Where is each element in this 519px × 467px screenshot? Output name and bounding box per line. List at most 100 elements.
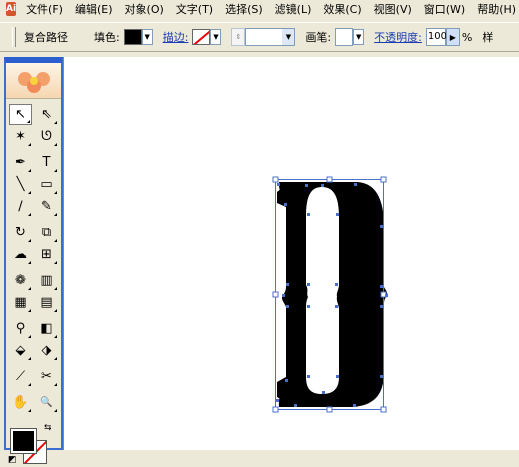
live-paint-selection-tool[interactable]: ⬗ [35,340,58,361]
direct-selection-tool[interactable]: ⇖ [35,104,58,125]
selection-icon: ↖ [15,106,26,122]
opacity-unit: % [461,30,473,44]
tool-row: ╲ ▭ [9,173,58,195]
eyedropper-icon: ⚲ [15,320,26,336]
symbol-sprayer-icon: ❁ [15,272,26,288]
rectangle-icon: ▭ [40,176,53,192]
control-bar-grip[interactable] [12,27,16,47]
menu-filter[interactable]: 滤镜(L) [269,1,318,17]
flower-logo-icon [14,70,54,93]
line-segment-icon: ╲ [16,176,25,192]
slice-tool[interactable]: ⟋ [9,366,32,387]
tool-row: ⚲ ◧ [9,317,58,339]
menu-window[interactable]: 窗口(W) [418,1,471,17]
zoom-tool[interactable]: 🔍 [35,392,58,413]
hand-icon: ✋ [12,394,29,410]
control-bar: 复合路径 填色: ▼ 描边: ▼ ⇕ ▼ 画笔: ▼ 不透明度: 100 ▶ %… [0,22,519,52]
stroke-dropdown-icon[interactable]: ▼ [210,29,222,45]
symbol-sprayer-tool[interactable]: ❁ [9,270,32,291]
menu-select[interactable]: 选择(S) [219,1,269,17]
default-colors-icon[interactable]: ◩ [8,455,17,465]
brush-swatch[interactable] [335,28,354,46]
toolbox-panel: ↖ ⇖ ✶ ᘎ ✒ T ╲ ▭ ∕ ✎ ↻ ⧉ ☁ ⊞ ❁ ▥ ▦ ▤ ⚲ ◧ ⬙ ⬗ ⟋ ✂ ✋ 🔍 ⇆ ◩ [4,57,63,465]
opacity-label-link[interactable]: 不透明度: [374,29,422,45]
letter-serif-bottom [277,377,286,402]
opacity-slider-arrow-icon[interactable]: ▶ [445,28,460,46]
brush-dropdown-icon[interactable]: ▼ [353,29,365,45]
scale-icon: ⧉ [41,224,52,240]
style-label: 样 [482,31,494,44]
stroke-weight-spinner[interactable]: ⇕ [231,28,246,46]
document-canvas[interactable] [63,57,519,450]
direct-selection-icon: ⇖ [41,106,52,122]
stroke-swatch[interactable] [192,29,211,45]
slice-icon: ⟋ [15,368,26,384]
tool-row: ❁ ▥ [9,269,58,291]
stroke-label-link[interactable]: 描边: [163,29,189,45]
stroke-weight-combo[interactable]: ▼ [245,28,296,46]
live-paint-bucket-tool[interactable]: ⬙ [9,340,32,361]
warp-tool[interactable]: ☁ [9,244,32,265]
warp-icon: ☁ [14,246,27,262]
opacity-input[interactable]: 100 [425,28,447,46]
menu-effect[interactable]: 效果(C) [317,1,367,17]
tool-row: ∕ ✎ [9,195,58,217]
type-tool[interactable]: T [35,152,58,173]
brush-label: 画笔: [305,31,332,44]
fill-dropdown-icon[interactable]: ▼ [141,29,153,45]
tool-row: ✋ 🔍 [9,391,58,413]
gradient-tool[interactable]: ▤ [35,292,58,313]
blend-icon: ◧ [40,320,53,336]
tool-row: ⬙ ⬗ [9,339,58,361]
column-graph-icon: ▥ [40,272,53,288]
paintbrush-tool[interactable]: ∕ [9,196,32,217]
tool-row: ✶ ᘎ [9,125,58,147]
pencil-tool[interactable]: ✎ [35,196,58,217]
toolbox-header-logo[interactable] [6,63,61,99]
pencil-icon: ✎ [41,198,52,214]
menu-type[interactable]: 文字(T) [170,1,219,17]
menu-edit[interactable]: 编辑(E) [69,1,119,17]
selection-type-label: 复合路径 [24,31,68,44]
menu-view[interactable]: 视图(V) [368,1,418,17]
fill-label: 填色: [94,31,120,44]
app-logo-icon[interactable]: Ai [6,2,17,16]
artboard [272,176,388,413]
blend-tool[interactable]: ◧ [35,318,58,339]
menu-help[interactable]: 帮助(H) [471,1,519,17]
tool-row: ✒ T [9,151,58,173]
selection-tool[interactable]: ↖ [9,103,32,125]
mesh-tool[interactable]: ▦ [9,292,32,313]
scale-tool[interactable]: ⧉ [35,222,58,243]
fill-color-box[interactable] [10,428,37,454]
magic-wand-tool[interactable]: ✶ [9,126,32,147]
line-segment-tool[interactable]: ╲ [9,174,32,195]
rotate-tool[interactable]: ↻ [9,222,32,243]
tool-row: ↖ ⇖ [9,103,58,125]
paintbrush-icon: ∕ [18,198,23,214]
lasso-tool[interactable]: ᘎ [35,126,58,147]
menu-object[interactable]: 对象(O) [119,1,170,17]
eyedropper-tool[interactable]: ⚲ [9,318,32,339]
free-transform-icon: ⊞ [41,246,52,262]
free-transform-tool[interactable]: ⊞ [35,244,58,265]
menu-file[interactable]: 文件(F) [20,1,69,17]
live-paint-bucket-icon: ⬙ [15,342,26,358]
tool-row: ↻ ⧉ [9,221,58,243]
gradient-icon: ▤ [40,294,53,310]
chevron-down-icon: ▼ [282,29,295,45]
tool-row: ☁ ⊞ [9,243,58,265]
mesh-icon: ▦ [14,294,27,310]
swap-fill-stroke-icon[interactable]: ⇆ [44,423,52,433]
scissors-tool[interactable]: ✂ [35,366,58,387]
rectangle-tool[interactable]: ▭ [35,174,58,195]
column-graph-tool[interactable]: ▥ [35,270,58,291]
tool-row: ⟋ ✂ [9,365,58,387]
fill-swatch[interactable] [123,29,142,45]
letter-d-compound-path[interactable] [278,182,388,407]
hand-tool[interactable]: ✋ [9,392,32,413]
pen-tool[interactable]: ✒ [9,152,32,173]
rotate-icon: ↻ [15,224,26,240]
scissors-icon: ✂ [41,368,52,384]
type-icon: T [42,154,51,170]
